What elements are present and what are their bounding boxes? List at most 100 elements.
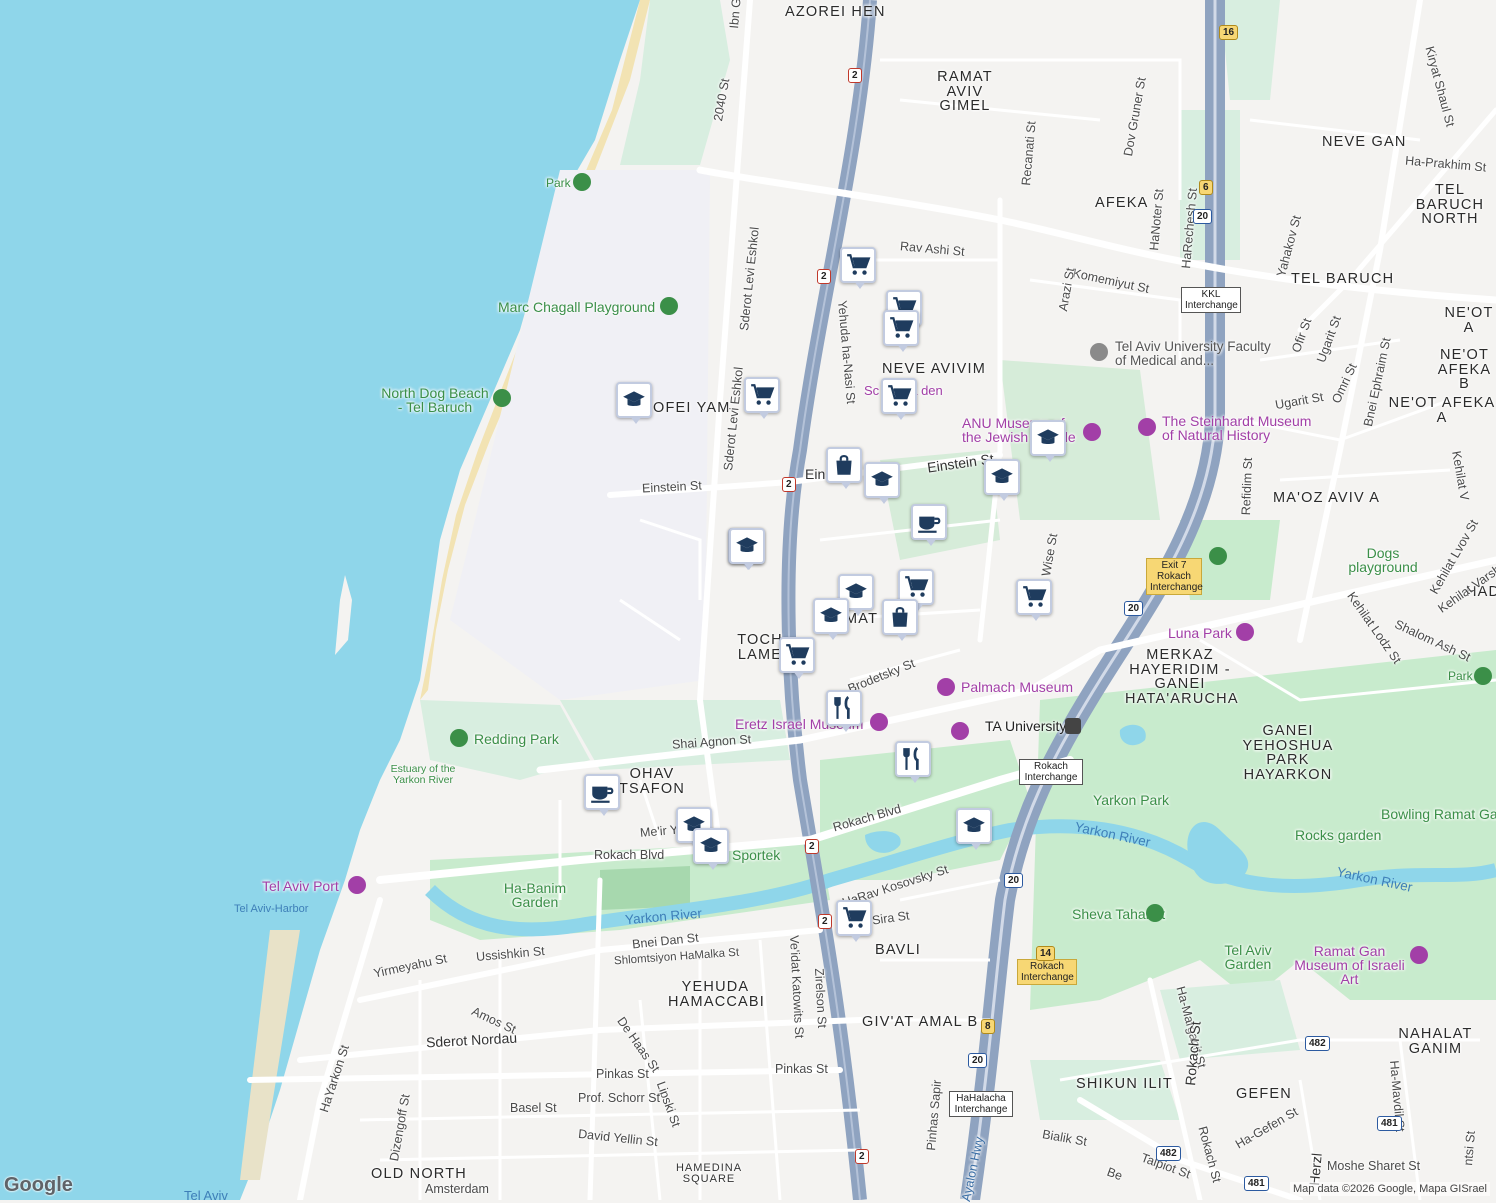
nb-yehuda-hamaccabi: YEHUDA HAMACCABI [668, 979, 766, 1010]
cart-marker[interactable] [779, 637, 815, 679]
cart-icon [749, 382, 775, 408]
nb-gefen: GEFEN [1236, 1086, 1292, 1102]
nb-tzofei-yam: OFEI YAM [653, 400, 731, 416]
restaurant-marker[interactable] [826, 690, 862, 732]
shop-icon [887, 604, 913, 630]
cart-marker[interactable] [836, 900, 872, 942]
street-basel: Basel St [510, 1101, 557, 1115]
school-marker[interactable] [1030, 420, 1066, 462]
poi-luna-park[interactable]: Luna Park [1168, 626, 1232, 640]
interchange-hahalacha[interactable]: HaHalacha Interchange [949, 1091, 1013, 1117]
poi-tau-medical[interactable]: Tel Aviv University Faculty of Medical a… [1115, 340, 1275, 367]
school-marker[interactable] [984, 459, 1020, 501]
cart-icon [903, 574, 929, 600]
school-marker[interactable] [956, 808, 992, 850]
route-481-shield: 481 [1377, 1116, 1402, 1131]
route-20-shield: 20 [1004, 873, 1024, 888]
park-icon[interactable] [1209, 547, 1227, 565]
shop-marker[interactable] [882, 599, 918, 641]
map-attribution[interactable]: Map data ©2026 Google, Mapa GISrael [1290, 1182, 1490, 1196]
interchange-rokach-exit7[interactable]: Exit 7 Rokach Interchange [1146, 558, 1203, 595]
nb-neve-avivim: NEVE AVIVIM [882, 361, 986, 377]
school-icon [698, 833, 724, 859]
route-2-shield: 2 [782, 477, 796, 492]
poi-tel-aviv-port[interactable]: Tel Aviv Port [262, 879, 339, 893]
cart-icon [1021, 584, 1047, 610]
tree-icon[interactable] [1146, 904, 1164, 922]
tree-icon[interactable] [573, 173, 591, 191]
school-marker[interactable] [616, 382, 652, 424]
cafe-icon [589, 779, 615, 805]
poi-yarkon-park[interactable]: Yarkon Park [1093, 793, 1169, 807]
poi-steinhardt[interactable]: The Steinhardt Museum of Natural History [1162, 414, 1322, 442]
school-marker[interactable] [693, 828, 729, 870]
cafe-marker[interactable] [584, 774, 620, 816]
poi-habanim[interactable]: Ha-Banim Garden [500, 881, 570, 909]
shop-marker[interactable] [826, 447, 862, 489]
university-icon[interactable] [1090, 343, 1108, 361]
street-einstein-1: Einstein St [641, 478, 703, 496]
interchange-rokach-14[interactable]: Rokach Interchange [1017, 959, 1077, 985]
museum-icon[interactable] [951, 722, 969, 740]
route-6-shield: 6 [1199, 180, 1213, 195]
restaurant-marker[interactable] [895, 741, 931, 783]
museum-icon[interactable] [1138, 418, 1156, 436]
sports-field [600, 866, 690, 910]
poi-ramat-gan-museum[interactable]: Ramat Gan Museum of Israeli Art [1292, 944, 1407, 986]
school-icon [869, 467, 895, 493]
street-refidim: Refidim St [1239, 457, 1256, 516]
poi-park-right[interactable]: Park [1448, 670, 1473, 682]
cart-marker[interactable] [840, 247, 876, 289]
museum-icon[interactable] [937, 678, 955, 696]
tree-icon[interactable] [493, 389, 511, 407]
train-station-icon[interactable] [1065, 718, 1081, 734]
poi-north-dog-beach[interactable]: North Dog Beach - Tel Baruch [380, 386, 490, 414]
poi-estuary[interactable]: Estuary of the Yarkon River [388, 764, 458, 785]
poi-bowling[interactable]: Bowling Ramat Ga [1381, 807, 1496, 821]
nb-maoz-aviv-a: MA'OZ AVIV A [1273, 490, 1381, 506]
poi-park[interactable]: Park [546, 177, 571, 189]
school-icon [989, 464, 1015, 490]
interchange-kkl[interactable]: KKL Interchange [1181, 287, 1241, 313]
school-marker[interactable] [813, 598, 849, 640]
tree-icon[interactable] [450, 729, 468, 747]
nb-merkaz: MERKAZ HAYERIDIM - GANEI HATA'ARUCHA [1125, 647, 1239, 707]
museum-icon[interactable] [1083, 423, 1101, 441]
cafe-marker[interactable] [911, 504, 947, 546]
cart-marker[interactable] [883, 310, 919, 352]
poi-ta-university[interactable]: TA University [985, 719, 1066, 733]
tree-icon[interactable] [1474, 667, 1492, 685]
map-canvas[interactable] [0, 0, 1496, 1200]
museum-icon[interactable] [1410, 946, 1428, 964]
poi-sportek[interactable]: Sportek [732, 848, 780, 862]
street-ibn-gvirol: Ibn Gv [727, 0, 745, 30]
school-marker[interactable] [864, 462, 900, 504]
cart-marker[interactable] [1016, 579, 1052, 621]
school-icon [734, 533, 760, 559]
school-marker[interactable] [729, 528, 765, 570]
nb-tel-baruch: TEL BARUCH [1291, 271, 1395, 287]
poi-palmach[interactable]: Palmach Museum [961, 680, 1073, 694]
park-green-strip [1220, 0, 1280, 100]
amusement-park-icon[interactable] [1236, 623, 1254, 641]
tree-icon[interactable] [660, 297, 678, 315]
poi-tel-aviv-bottom[interactable]: Tel Aviv [184, 1189, 228, 1202]
cart-icon [888, 315, 914, 341]
poi-tel-aviv-harbor[interactable]: Tel Aviv-Harbor [234, 904, 308, 915]
street-hamedina: HAMEDINA SQUARE [675, 1162, 743, 1185]
cart-marker[interactable] [744, 377, 780, 419]
street-zirelson: Zirelson St [812, 967, 830, 1029]
poi-redding-park[interactable]: Redding Park [474, 732, 559, 746]
poi-tel-aviv-garden[interactable]: Tel Aviv Garden [1218, 943, 1278, 971]
poi-rocks-garden[interactable]: Rocks garden [1295, 828, 1381, 842]
camera-icon[interactable] [348, 876, 366, 894]
cart-marker[interactable] [881, 378, 917, 420]
museum-icon[interactable] [870, 713, 888, 731]
poi-marc-chagall[interactable]: Marc Chagall Playground [498, 300, 655, 314]
poi-dogs-playground[interactable]: Dogs playground [1348, 546, 1418, 574]
school-icon [961, 813, 987, 839]
interchange-rokach-main[interactable]: Rokach Interchange [1019, 759, 1083, 785]
shop-icon [831, 452, 857, 478]
street-moshe-sharet: Moshe Sharet St [1327, 1159, 1421, 1173]
cart-icon [845, 252, 871, 278]
